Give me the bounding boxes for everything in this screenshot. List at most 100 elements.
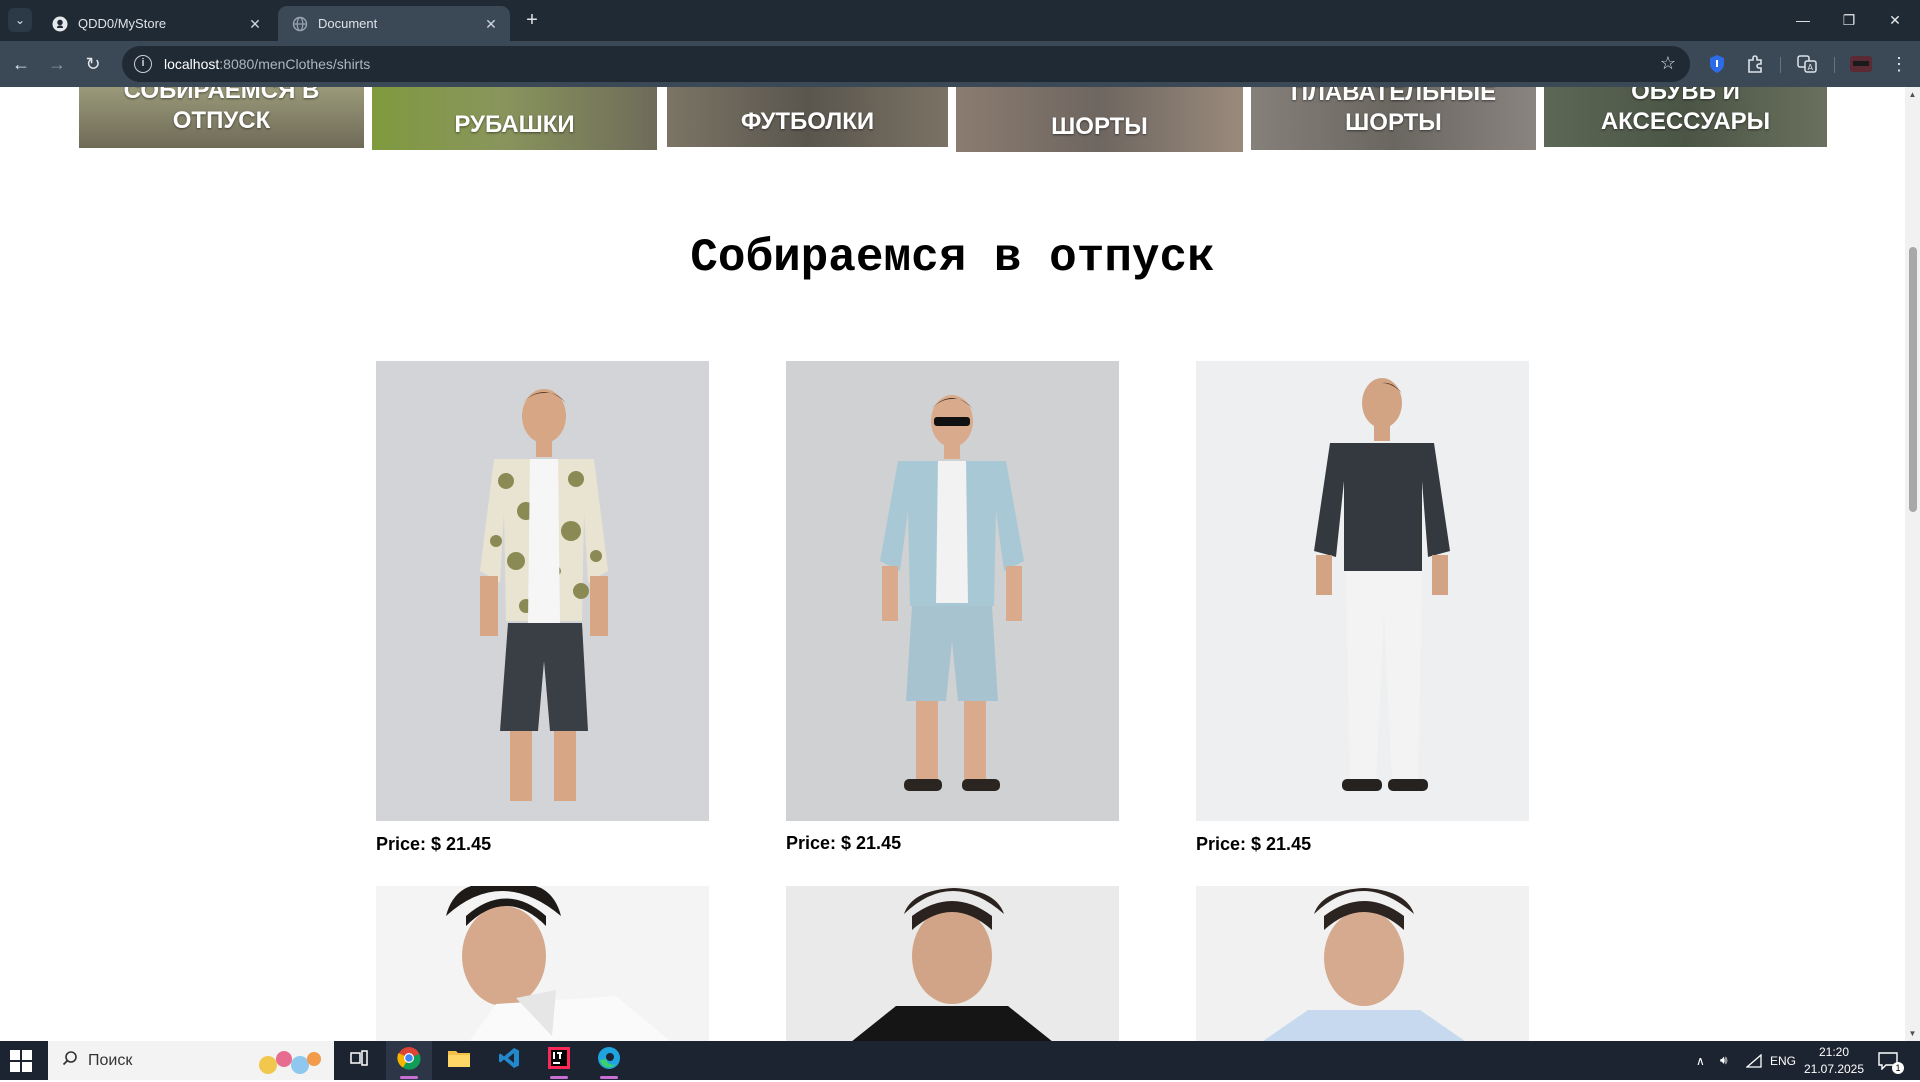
network-icon[interactable] xyxy=(1746,1041,1762,1080)
tab-title: QDD0/MyStore xyxy=(78,16,167,31)
model-illustration xyxy=(480,389,608,801)
arrow-right-icon: → xyxy=(48,54,66,74)
taskbar-edge[interactable] xyxy=(586,1041,632,1080)
reload-button[interactable]: ↻ xyxy=(78,49,108,79)
category-label: ФУТБОЛКИ xyxy=(740,108,875,135)
task-view-icon xyxy=(350,1050,368,1071)
chevron-up-icon: ∧ xyxy=(1696,1053,1705,1068)
tab-strip: ⌄ QDD0/MyStore ✕ Document ✕ + — ❐ ✕ xyxy=(0,0,1920,41)
notification-center-button[interactable]: 1 xyxy=(1878,1041,1904,1080)
globe-icon xyxy=(292,16,308,32)
product-image-floral-shirt[interactable] xyxy=(376,361,709,821)
taskbar-intellij[interactable] xyxy=(536,1041,582,1080)
scroll-up-arrow-icon[interactable]: ▲ xyxy=(1908,90,1917,99)
volume-icon[interactable]: 🔊︎ xyxy=(1720,1041,1728,1080)
search-placeholder: Поиск xyxy=(88,1051,133,1069)
forward-button[interactable]: → xyxy=(42,49,72,79)
scroll-down-arrow-icon[interactable]: ▼ xyxy=(1908,1029,1917,1038)
active-indicator xyxy=(550,1076,568,1079)
task-view-button[interactable] xyxy=(336,1041,382,1080)
url-host: localhost xyxy=(164,56,220,72)
taskbar-vscode[interactable] xyxy=(486,1041,532,1080)
chrome-icon xyxy=(397,1046,421,1075)
model-illustration xyxy=(852,888,1052,1041)
github-icon xyxy=(52,16,68,32)
toolbar-separator xyxy=(1834,57,1835,73)
category-label: ШОРТЫ xyxy=(1051,113,1148,140)
taskbar-file-explorer[interactable] xyxy=(436,1041,482,1080)
windows-taskbar: Поиск ∧ 🔊︎ ENG 21:20 21.07.2025 1 xyxy=(0,1041,1920,1080)
reload-icon: ↻ xyxy=(85,54,101,74)
clock-time: 21:20 xyxy=(1818,1045,1850,1059)
more-vertical-icon: ⋮ xyxy=(1890,54,1908,74)
info-icon[interactable]: i xyxy=(134,55,152,73)
language-indicator[interactable]: ENG xyxy=(1770,1041,1796,1080)
notification-count: 1 xyxy=(1892,1061,1904,1074)
product-price: Price: $ 21.45 xyxy=(786,833,902,853)
restore-button[interactable]: ❐ xyxy=(1826,0,1872,41)
password-manager-extension-icon[interactable] xyxy=(1706,53,1728,75)
minimize-button[interactable]: — xyxy=(1780,0,1826,41)
section-title: Собираемся в отпуск xyxy=(690,232,1215,284)
product-image-black-shirt[interactable] xyxy=(786,886,1119,1041)
translate-icon[interactable]: A xyxy=(1796,53,1818,75)
edge-icon xyxy=(597,1046,621,1075)
category-shirts[interactable]: РУБАШКИ xyxy=(372,87,657,150)
category-label: СОБИРАЕМСЯ В ОТПУСК xyxy=(123,87,320,134)
category-swim-shorts[interactable]: ПЛАВАТЕЛЬНЫЕ ШОРТЫ xyxy=(1251,87,1536,150)
category-label: ПЛАВАТЕЛЬНЫЕ ШОРТЫ xyxy=(1290,87,1497,136)
new-tab-button[interactable]: + xyxy=(520,9,544,33)
category-vacation[interactable]: СОБИРАЕМСЯ В ОТПУСК xyxy=(79,87,364,148)
active-indicator xyxy=(400,1076,418,1079)
arrow-left-icon: ← xyxy=(12,54,30,74)
toolbar-separator xyxy=(1780,57,1781,73)
product-image-white-shirt[interactable] xyxy=(376,886,709,1041)
windows-start-icon[interactable] xyxy=(10,1050,32,1072)
svg-text:A: A xyxy=(1808,63,1814,72)
url-path: :8080/menClothes/shirts xyxy=(219,56,371,72)
back-button[interactable]: ← xyxy=(6,49,36,79)
category-tshirts[interactable]: ФУТБОЛКИ xyxy=(667,87,948,147)
close-icon[interactable]: ✕ xyxy=(246,15,264,33)
taskbar-clock[interactable]: 21:20 21.07.2025 xyxy=(1796,1044,1872,1078)
notification-icon: 1 xyxy=(1878,1051,1904,1074)
tab-search-button[interactable]: ⌄ xyxy=(8,8,32,32)
folder-icon xyxy=(447,1048,471,1073)
address-bar[interactable]: i localhost:8080/menClothes/shirts ☆ xyxy=(122,46,1690,82)
search-icon xyxy=(62,1050,78,1071)
profile-avatar-icon[interactable] xyxy=(1850,53,1872,75)
taskbar-search-box[interactable]: Поиск xyxy=(48,1041,334,1080)
product-image-navy-shirt[interactable] xyxy=(1196,361,1529,821)
browser-menu-button[interactable]: ⋮ xyxy=(1884,49,1914,79)
scrollbar-thumb[interactable] xyxy=(1909,247,1917,512)
product-price: Price: $ 21.45 xyxy=(376,834,492,854)
show-hidden-icons-button[interactable]: ∧ xyxy=(1696,1041,1705,1080)
close-icon[interactable]: ✕ xyxy=(482,15,500,33)
clock-date: 21.07.2025 xyxy=(1803,1062,1865,1076)
active-indicator xyxy=(600,1076,618,1079)
category-label: РУБАШКИ xyxy=(454,111,575,138)
intellij-icon xyxy=(548,1047,570,1074)
model-illustration xyxy=(1263,888,1465,1041)
model-illustration xyxy=(446,886,670,1041)
chevron-down-icon: ⌄ xyxy=(14,13,26,27)
window-close-button[interactable]: ✕ xyxy=(1872,0,1918,41)
model-illustration xyxy=(1314,378,1450,791)
taskbar-chrome[interactable] xyxy=(386,1041,432,1080)
category-label: ОБУВЬ И АКСЕССУАРЫ xyxy=(1600,87,1771,135)
category-shorts[interactable]: ШОРТЫ xyxy=(956,87,1243,152)
page-viewport: СОБИРАЕМСЯ В ОТПУСК РУБАШКИ ФУТБОЛКИ ШОР… xyxy=(0,87,1905,1041)
product-price: Price: $ 21.45 xyxy=(1196,834,1312,854)
product-image-light-blue-shirt[interactable] xyxy=(1196,886,1529,1041)
tab-document[interactable]: Document ✕ xyxy=(278,6,510,41)
tab-github[interactable]: QDD0/MyStore ✕ xyxy=(38,6,274,41)
tab-title: Document xyxy=(318,16,378,31)
extensions-puzzle-icon[interactable] xyxy=(1744,53,1766,75)
product-image-denim-shirt[interactable] xyxy=(786,361,1119,821)
browser-toolbar: ← → ↻ i localhost:8080/menClothes/shirts… xyxy=(0,41,1920,87)
page-scrollbar[interactable]: ▲ ▼ xyxy=(1905,87,1920,1041)
vscode-icon xyxy=(498,1047,520,1074)
category-shoes-accessories[interactable]: ОБУВЬ И АКСЕССУАРЫ xyxy=(1544,87,1827,147)
search-highlights-icon xyxy=(250,1045,328,1077)
bookmark-star-icon[interactable]: ☆ xyxy=(1660,53,1676,74)
